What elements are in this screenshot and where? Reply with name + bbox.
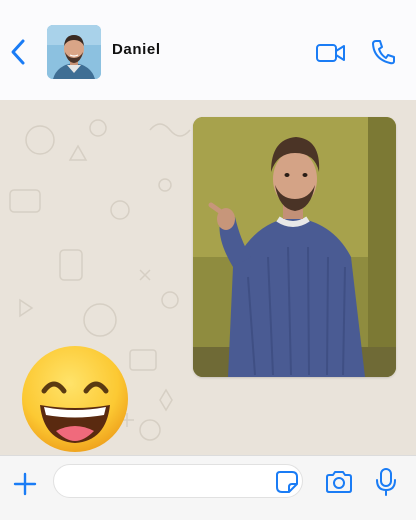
voice-call-button[interactable] — [370, 38, 396, 66]
back-button[interactable] — [6, 36, 30, 68]
contact-name[interactable]: Daniel — [112, 41, 161, 58]
video-camera-icon — [316, 44, 345, 62]
sticker-button[interactable] — [275, 470, 299, 494]
video-message[interactable] — [193, 117, 396, 377]
microphone-button[interactable] — [375, 467, 397, 497]
attach-button[interactable] — [12, 471, 38, 497]
chat-header: Daniel — [0, 0, 416, 101]
chevron-left-icon — [11, 39, 25, 65]
chat-screen: Daniel — [0, 0, 416, 520]
message-composer — [0, 455, 416, 520]
plus-icon — [13, 472, 37, 496]
camera-button[interactable] — [324, 469, 354, 495]
microphone-icon — [376, 468, 396, 496]
message-input[interactable] — [53, 464, 303, 498]
emoji-message[interactable] — [20, 345, 132, 453]
sticker-icon — [276, 471, 298, 493]
avatar[interactable] — [47, 25, 101, 79]
camera-icon — [326, 471, 352, 493]
chat-area[interactable] — [0, 100, 416, 455]
video-call-button[interactable] — [315, 40, 347, 66]
video-thumbnail — [193, 117, 396, 377]
grinning-sweat-emoji-icon — [22, 346, 128, 452]
avatar-photo — [47, 25, 101, 79]
phone-icon — [372, 40, 395, 65]
